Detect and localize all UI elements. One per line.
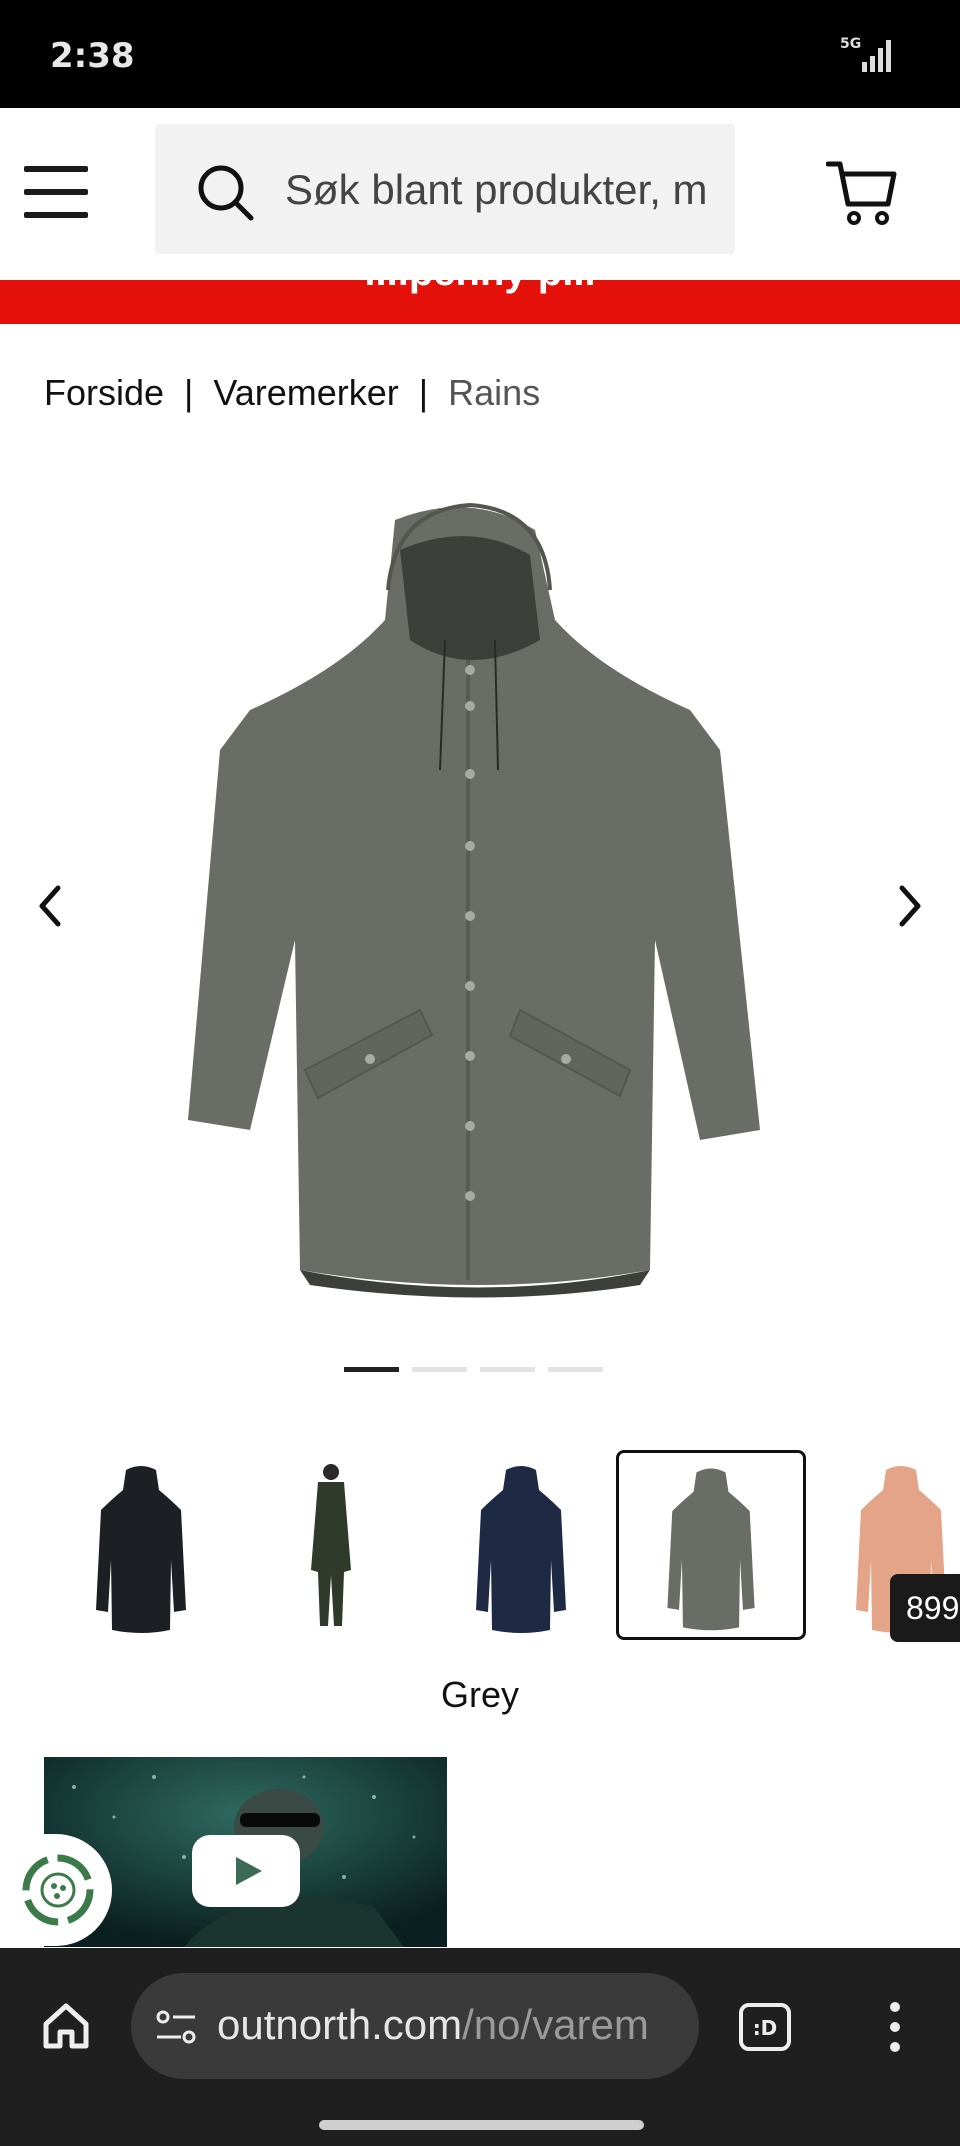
signal-icon: 5G <box>840 36 891 72</box>
variant-thumbnail-black[interactable] <box>46 1450 236 1640</box>
search-box[interactable] <box>155 124 735 254</box>
cart-icon[interactable] <box>826 158 898 230</box>
product-image[interactable] <box>0 470 960 1330</box>
status-bar: 2:38 5G <box>0 0 960 108</box>
color-variant-thumbnails <box>0 1450 960 1644</box>
search-input[interactable] <box>283 154 727 226</box>
breadcrumb-home[interactable]: Forside <box>44 372 164 413</box>
carousel-dot[interactable] <box>548 1367 603 1372</box>
url-path: /no/varem <box>462 2001 649 2048</box>
browser-toolbar: outnorth.com/no/varem :D <box>0 1948 960 2146</box>
carousel-dot[interactable] <box>480 1367 535 1372</box>
search-icon <box>198 165 254 221</box>
promo-text: ...lpenny p... <box>0 280 960 295</box>
hamburger-menu-button[interactable] <box>24 166 88 218</box>
next-image-arrow[interactable] <box>890 876 930 936</box>
selected-color-label: Grey <box>440 1674 519 1715</box>
carousel-dot[interactable] <box>412 1367 467 1372</box>
breadcrumb-brands[interactable]: Varemerker <box>213 372 398 413</box>
play-button[interactable] <box>192 1835 300 1907</box>
breadcrumb-separator: | <box>184 372 194 413</box>
status-time: 2:38 <box>50 36 135 76</box>
home-icon[interactable] <box>40 2000 92 2052</box>
site-settings-icon[interactable] <box>155 2007 199 2047</box>
tabs-switcher-icon[interactable]: :D <box>738 2002 792 2052</box>
breadcrumb-current: Rains <box>448 372 541 413</box>
gesture-home-bar[interactable] <box>319 2120 644 2130</box>
url-domain: outnorth.com <box>217 2001 463 2048</box>
url-text: outnorth.com/no/varem <box>217 2001 677 2049</box>
svg-text:5G: 5G <box>840 36 861 52</box>
price-badge: 899 <box>890 1574 960 1642</box>
breadcrumb: Forside | Varemerker | Rains <box>44 372 540 414</box>
promo-banner[interactable]: ...lpenny p... <box>0 280 960 324</box>
address-bar[interactable]: outnorth.com/no/varem <box>131 1973 699 2079</box>
eco-badge[interactable] <box>0 1834 112 1946</box>
svg-text::D: :D <box>753 2016 778 2040</box>
variant-thumbnail-navy[interactable] <box>426 1450 616 1640</box>
variant-thumbnail-grey[interactable] <box>616 1450 806 1640</box>
more-options-icon[interactable] <box>880 1998 910 2056</box>
carousel-dot[interactable] <box>344 1367 399 1372</box>
previous-image-arrow[interactable] <box>30 876 70 936</box>
variant-thumbnail-green-model[interactable] <box>236 1450 426 1640</box>
site-header <box>0 108 960 280</box>
recycle-icon <box>22 1854 94 1926</box>
breadcrumb-separator: | <box>418 372 429 413</box>
